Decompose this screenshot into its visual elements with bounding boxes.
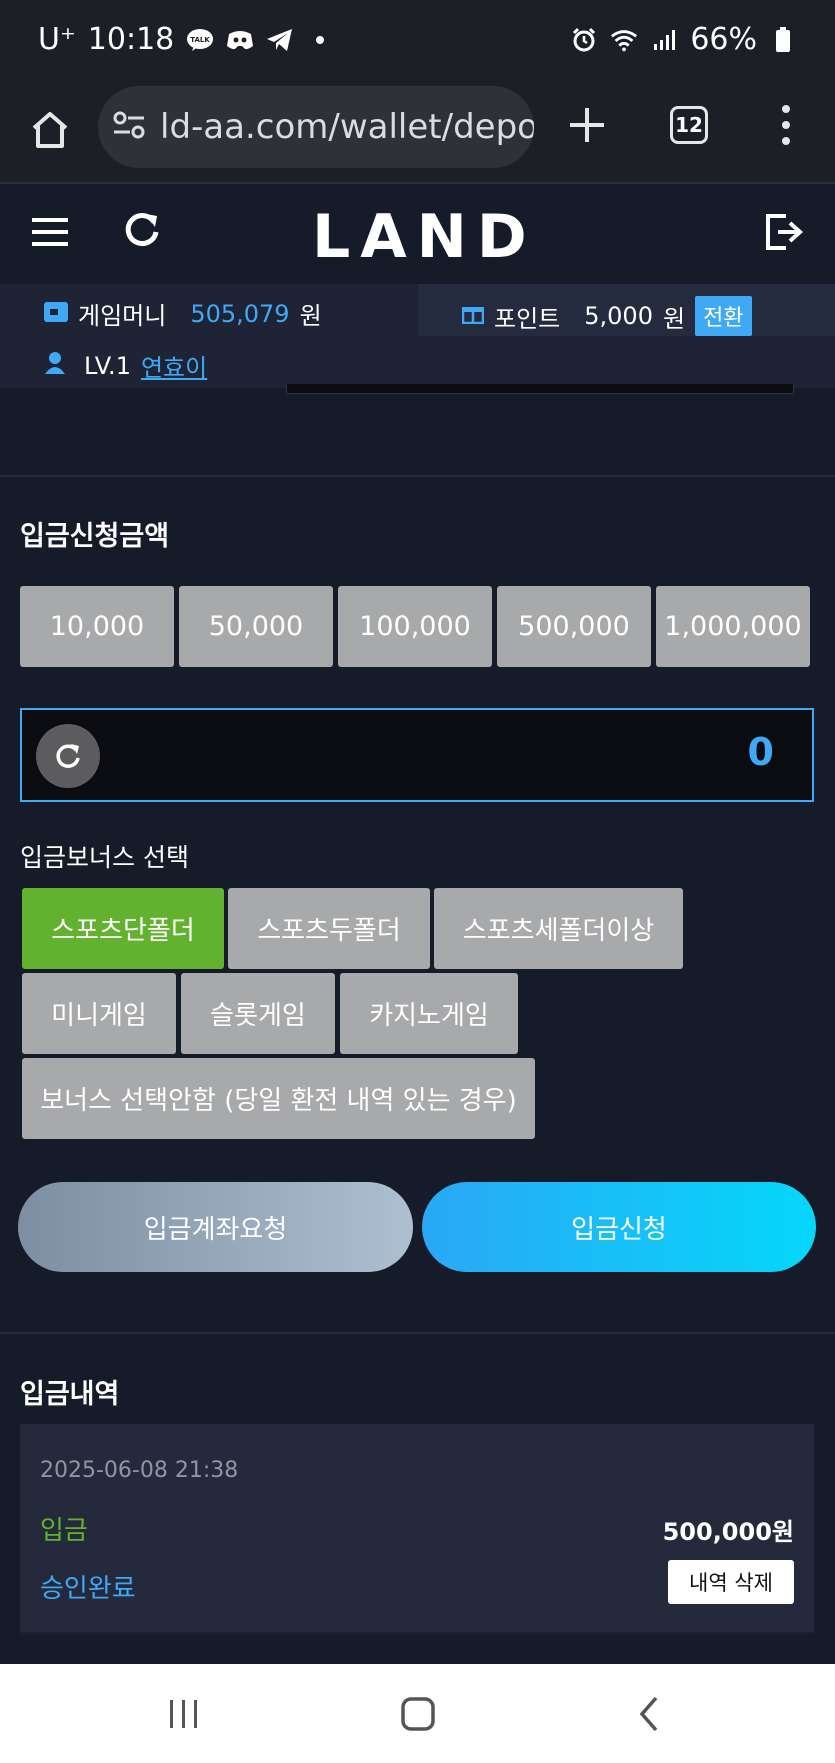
- site-header: LAND: [0, 184, 835, 284]
- request-deposit-account-button[interactable]: 입금계좌요청: [18, 1182, 413, 1272]
- deposit-amount-title: 입금신청금액: [20, 521, 170, 552]
- amount-button-500000[interactable]: 500,000: [497, 586, 651, 667]
- section-divider: [0, 475, 835, 477]
- account-info-left: 게임머니 505,079 원 LV.1 연효이: [0, 284, 418, 388]
- section-divider: [0, 1332, 835, 1334]
- account-info-empty: [418, 336, 835, 388]
- scrolled-input-edge: [286, 384, 794, 394]
- site-settings-icon[interactable]: [112, 110, 146, 144]
- delete-history-button[interactable]: 내역 삭제: [668, 1560, 794, 1604]
- user-icon: [44, 351, 66, 380]
- user-nickname-link[interactable]: 연효이: [141, 348, 207, 383]
- gift-icon: [461, 302, 485, 330]
- url-text: ld-aa.com/wallet/depos: [160, 107, 534, 147]
- bonus-select-title: 입금보너스 선택: [20, 843, 189, 872]
- notification-dot-icon: [306, 26, 334, 54]
- submit-deposit-button[interactable]: 입금신청: [422, 1182, 816, 1272]
- signal-icon: [650, 26, 678, 54]
- user-level: LV.1: [84, 351, 131, 380]
- convert-point-button[interactable]: 전환: [695, 296, 752, 336]
- svg-text:TALK: TALK: [190, 36, 210, 44]
- bonus-option-sports-double[interactable]: 스포츠두폴더: [228, 888, 430, 969]
- amount-preset-buttons: 10,000 50,000 100,000 500,000 1,000,000: [20, 586, 810, 667]
- amount-button-10000[interactable]: 10,000: [20, 586, 174, 667]
- kakaotalk-icon: TALK: [186, 26, 214, 54]
- carrier-label: U⁺: [38, 22, 76, 57]
- recent-apps-icon[interactable]: [164, 1694, 204, 1734]
- battery-icon: [769, 26, 797, 54]
- status-bar: U⁺ 10:18 TALK 66%: [0, 0, 835, 84]
- amount-button-1000000[interactable]: 1,000,000: [656, 586, 810, 667]
- amount-button-100000[interactable]: 100,000: [338, 586, 492, 667]
- game-money-value: 505,079: [190, 299, 290, 328]
- refresh-icon[interactable]: [122, 210, 162, 250]
- discord-icon: [226, 26, 254, 54]
- point-unit: 원: [662, 304, 686, 333]
- home-nav-icon[interactable]: [398, 1694, 438, 1734]
- history-item: 2025-06-08 21:38 입금 500,000원 승인완료 내역 삭제: [20, 1424, 814, 1634]
- back-icon[interactable]: [630, 1694, 670, 1734]
- bonus-option-sports-single[interactable]: 스포츠단폴더: [22, 888, 224, 969]
- alarm-icon: [570, 26, 598, 54]
- amount-button-50000[interactable]: 50,000: [179, 586, 333, 667]
- history-type: 입금: [40, 1516, 88, 1546]
- android-nav-bar: [0, 1664, 835, 1763]
- home-icon[interactable]: [28, 108, 72, 152]
- battery-percent: 66%: [690, 22, 757, 57]
- logout-icon[interactable]: [764, 212, 804, 252]
- bonus-option-casino[interactable]: 카지노게임: [340, 973, 518, 1054]
- game-money-label: 게임머니: [78, 302, 167, 330]
- wallet-icon: [44, 300, 68, 328]
- point-value: 5,000: [584, 302, 653, 330]
- hamburger-menu-icon[interactable]: [32, 216, 70, 248]
- history-amount: 500,000원: [662, 1518, 794, 1546]
- deposit-history-title: 입금내역: [20, 1379, 120, 1410]
- address-bar[interactable]: ld-aa.com/wallet/depos: [98, 86, 534, 168]
- site-logo[interactable]: LAND: [312, 202, 537, 272]
- history-date: 2025-06-08 21:38: [40, 1458, 239, 1483]
- point-label: 포인트: [494, 304, 561, 333]
- new-tab-icon[interactable]: [566, 104, 608, 146]
- history-status: 승인완료: [40, 1574, 136, 1604]
- bonus-option-none[interactable]: 보너스 선택안함 (당일 환전 내역 있는 경우): [22, 1058, 535, 1139]
- bonus-option-minigame[interactable]: 미니게임: [22, 973, 176, 1054]
- account-info-bar: 게임머니 505,079 원 LV.1 연효이 포인트 5,000 원 전환: [0, 284, 835, 388]
- deposit-amount-value: 0: [747, 730, 774, 774]
- game-money-unit: 원: [299, 302, 322, 330]
- bonus-option-sports-triple[interactable]: 스포츠세폴더이상: [434, 888, 683, 969]
- more-options-icon[interactable]: [774, 102, 798, 148]
- bonus-option-slot[interactable]: 슬롯게임: [181, 973, 335, 1054]
- wifi-icon: [610, 26, 638, 54]
- tab-switcher-button[interactable]: 12: [670, 106, 708, 144]
- deposit-amount-input[interactable]: 0: [20, 708, 814, 802]
- account-info-right: 포인트 5,000 원 전환: [418, 284, 835, 388]
- reset-amount-icon[interactable]: [36, 724, 100, 788]
- clock: 10:18: [87, 22, 175, 57]
- telegram-icon: [266, 26, 294, 54]
- browser-toolbar: ld-aa.com/wallet/depos 12: [0, 84, 835, 184]
- history-separator: [20, 1632, 814, 1634]
